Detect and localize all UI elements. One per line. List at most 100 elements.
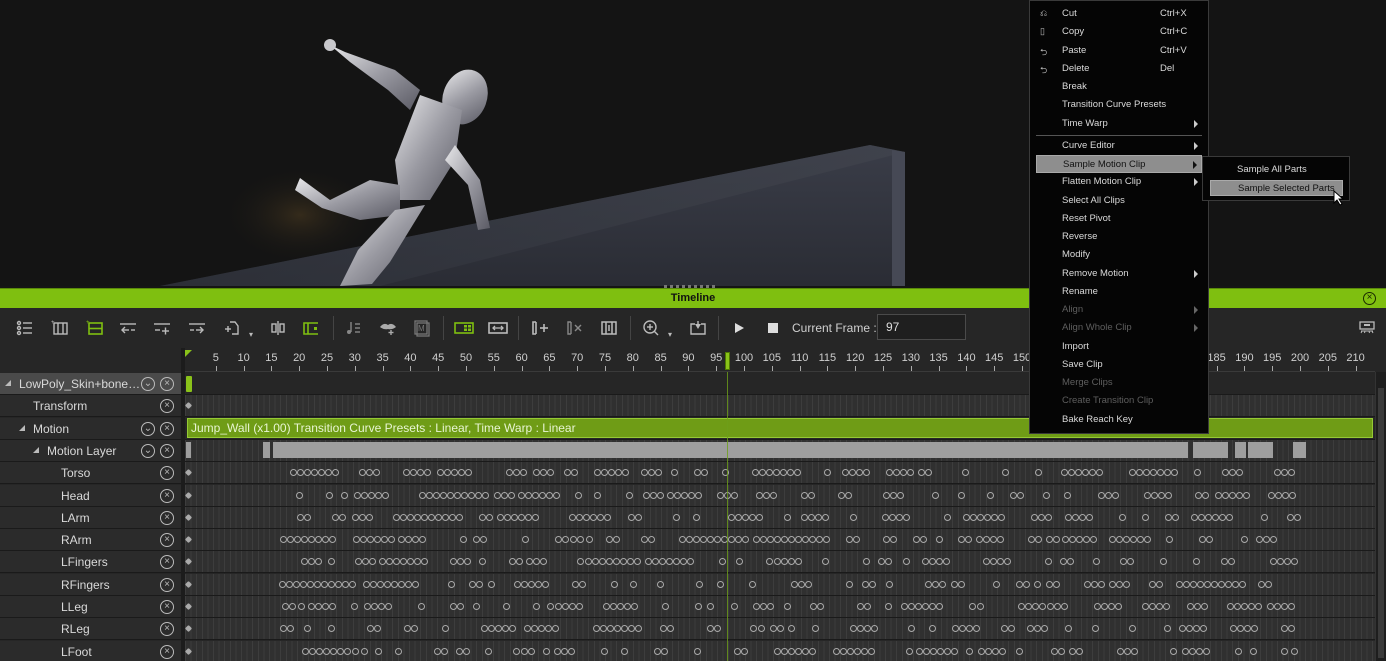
- keyframe[interactable]: [185, 625, 193, 633]
- remove-track-icon[interactable]: ×: [160, 510, 174, 525]
- keyframe[interactable]: [315, 558, 323, 566]
- keyframe[interactable]: [759, 536, 767, 544]
- close-timeline-button[interactable]: ×: [1363, 292, 1376, 305]
- keyframe[interactable]: [863, 603, 871, 610]
- keyframe[interactable]: [293, 580, 301, 588]
- keyframe[interactable]: [640, 536, 648, 544]
- keyframe[interactable]: [735, 513, 743, 521]
- keyframe[interactable]: [1117, 647, 1125, 655]
- keyframe[interactable]: [776, 625, 784, 633]
- keyframe[interactable]: [935, 558, 943, 566]
- keyframe[interactable]: [790, 580, 798, 588]
- keyframe[interactable]: [811, 625, 819, 633]
- keyframe[interactable]: [666, 491, 674, 499]
- keyframe[interactable]: [1182, 647, 1190, 655]
- menu-item-break[interactable]: Break: [1036, 78, 1202, 96]
- keyframe[interactable]: [804, 580, 812, 588]
- keyframe[interactable]: [701, 469, 708, 477]
- keyframe[interactable]: [794, 536, 802, 544]
- keyframe[interactable]: [314, 580, 322, 588]
- keyframe[interactable]: [950, 580, 958, 588]
- keyframe[interactable]: [460, 536, 467, 544]
- keyframe[interactable]: [1001, 469, 1009, 477]
- keyframe[interactable]: [321, 580, 329, 588]
- tree-row[interactable]: Motion ⌄ ×: [0, 417, 181, 440]
- keyframe[interactable]: [546, 603, 554, 610]
- keyframe[interactable]: [1096, 469, 1104, 477]
- keyframe[interactable]: [605, 558, 613, 566]
- keyframe[interactable]: [1090, 580, 1098, 588]
- keyframe[interactable]: [962, 469, 970, 477]
- keyframe[interactable]: [449, 603, 457, 610]
- keyframe[interactable]: [856, 603, 864, 610]
- keyframe[interactable]: [281, 603, 289, 610]
- keyframe[interactable]: [1108, 603, 1116, 610]
- keyframe[interactable]: [921, 558, 929, 566]
- keyframe[interactable]: [978, 647, 986, 655]
- keyframe[interactable]: [473, 603, 481, 610]
- keyframe[interactable]: [393, 558, 401, 566]
- keyframe[interactable]: [1101, 603, 1109, 610]
- add-clip-button[interactable]: +: [50, 318, 70, 338]
- keyframe[interactable]: [1129, 469, 1137, 477]
- keyframe[interactable]: [1280, 647, 1288, 655]
- motion-layer-segment[interactable]: [1235, 441, 1246, 458]
- keyframe[interactable]: [787, 625, 795, 633]
- add-transition-dropdown[interactable]: ▾: [249, 330, 255, 339]
- keyframe[interactable]: [885, 558, 893, 566]
- keyframe[interactable]: [1076, 536, 1084, 544]
- keyframe[interactable]: [742, 513, 750, 521]
- remove-track-icon[interactable]: ×: [160, 421, 174, 436]
- keyframe[interactable]: [307, 536, 315, 544]
- keyframe[interactable]: [938, 580, 946, 588]
- keyframe[interactable]: [1189, 580, 1197, 588]
- keyframe[interactable]: [400, 513, 408, 521]
- keyframe[interactable]: [860, 647, 868, 655]
- keyframe[interactable]: [1280, 603, 1288, 610]
- keyframe[interactable]: [610, 580, 618, 588]
- keyframe[interactable]: [951, 625, 959, 633]
- keyframe[interactable]: [1250, 647, 1258, 655]
- keyframe[interactable]: [613, 625, 621, 633]
- keyframe[interactable]: [1171, 469, 1179, 477]
- keyframe[interactable]: [1229, 491, 1237, 499]
- track-row[interactable]: [185, 462, 1375, 485]
- keyframe[interactable]: [585, 536, 593, 544]
- remove-track-icon[interactable]: ×: [160, 466, 174, 481]
- keyframe[interactable]: [1275, 491, 1283, 499]
- keyframe[interactable]: [849, 625, 857, 633]
- keyframe[interactable]: [845, 536, 853, 544]
- menu-item-modify[interactable]: Modify: [1036, 246, 1202, 264]
- keyframe[interactable]: [380, 536, 388, 544]
- keyframe[interactable]: [397, 580, 405, 588]
- keyframe[interactable]: [330, 647, 338, 655]
- keyframe[interactable]: [1236, 491, 1244, 499]
- keyframe[interactable]: [885, 469, 893, 477]
- keyframe[interactable]: [366, 625, 374, 633]
- keyframe[interactable]: [467, 491, 475, 499]
- keyframe[interactable]: [1240, 603, 1248, 610]
- keyframe[interactable]: [520, 647, 528, 655]
- keyframe[interactable]: [335, 580, 343, 588]
- keyframe[interactable]: [1136, 469, 1144, 477]
- keyframe[interactable]: [627, 558, 635, 566]
- keyframe[interactable]: [899, 469, 907, 477]
- keyframe[interactable]: [965, 536, 973, 544]
- keyframe[interactable]: [906, 647, 914, 655]
- keyframe[interactable]: [523, 625, 531, 633]
- keyframe[interactable]: [714, 536, 722, 544]
- keyframe[interactable]: [321, 536, 329, 544]
- keyframe[interactable]: [1069, 647, 1077, 655]
- keyframe[interactable]: [456, 647, 464, 655]
- keyframe[interactable]: [822, 536, 830, 544]
- keyframe[interactable]: [1228, 469, 1236, 477]
- delete-frame-button[interactable]: [565, 318, 585, 338]
- audio-button[interactable]: [343, 318, 363, 338]
- keyframe[interactable]: [779, 469, 787, 477]
- keyframe[interactable]: [997, 513, 1005, 521]
- keyframe[interactable]: [1217, 580, 1225, 588]
- keyframe[interactable]: [609, 603, 617, 610]
- keyframe[interactable]: [463, 647, 471, 655]
- keyframe[interactable]: [331, 469, 339, 477]
- keyframe[interactable]: [613, 558, 621, 566]
